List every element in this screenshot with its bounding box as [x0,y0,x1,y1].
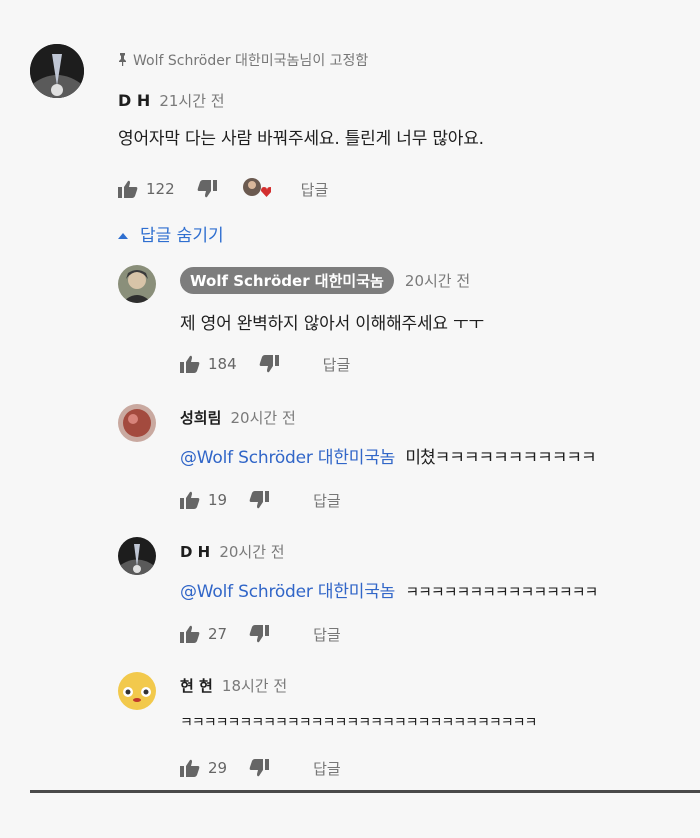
comment-author[interactable]: D H [118,91,150,110]
reply-time[interactable]: 18시간 전 [222,677,287,695]
mention-link[interactable]: @Wolf Schröder 대한미국놈 [180,448,395,468]
pin-icon [118,53,127,66]
reply-button[interactable]: 답글 [313,490,341,511]
reply-time[interactable]: 20시간 전 [231,409,296,427]
reply-actions: 29 답글 [180,755,341,781]
avatar[interactable] [118,537,156,575]
pinned-label: Wolf Schröder 대한미국놈님이 고정함 [118,50,368,70]
reply-button[interactable]: 답글 [313,758,341,779]
hide-replies-toggle[interactable]: 답글 숨기기 [118,221,224,246]
reply-text-content: ㅋㅋㅋㅋㅋㅋㅋㅋㅋㅋㅋㅋㅋㅋㅋ [405,583,598,601]
reply-text: @Wolf Schröder 대한미국놈 미쳤ㅋㅋㅋㅋㅋㅋㅋㅋㅋㅋㅋ [180,443,597,468]
reply-author[interactable]: 현 현 [180,677,213,695]
reply-button[interactable]: 답글 [301,179,329,200]
reply-text: @Wolf Schröder 대한미국놈 ㅋㅋㅋㅋㅋㅋㅋㅋㅋㅋㅋㅋㅋㅋㅋ [180,577,598,602]
like-count: 29 [208,759,228,777]
thumbs-down-icon[interactable] [249,759,270,777]
thumbs-down-icon[interactable] [259,355,279,373]
like-count: 184 [208,355,237,373]
comment-actions: 122 답글 [118,176,328,202]
reply-author[interactable]: D H [180,543,210,561]
thumbs-down-icon[interactable] [249,491,270,509]
thumbs-down-icon[interactable] [197,180,217,198]
creator-heart-icon [241,177,271,201]
like-count: 19 [208,491,228,509]
thumbs-up-icon[interactable] [118,180,138,198]
like-count: 27 [208,625,228,643]
comment-text: 영어자막 다는 사람 바꿔주세요. 틀린게 너무 많아요. [118,129,484,149]
reply-header: 성희림 20시간 전 [180,407,296,428]
reply-text-content: 미쳤ㅋㅋㅋㅋㅋㅋㅋㅋㅋㅋㅋ [405,448,596,468]
caret-up-icon [118,233,128,239]
creator-author-badge[interactable]: Wolf Schröder 대한미국놈 [180,267,394,294]
reply-actions: 27 답글 [180,621,341,647]
thumbs-up-icon[interactable] [180,491,200,509]
reply-button[interactable]: 답글 [313,624,341,645]
divider [30,790,700,793]
reply-time[interactable]: 20시간 전 [405,272,470,290]
avatar[interactable] [118,404,156,442]
reply-actions: 184 답글 [180,351,350,377]
pinned-label-text: Wolf Schröder 대한미국놈님이 고정함 [133,53,369,69]
reply-button[interactable]: 답글 [323,354,351,375]
thumbs-up-icon[interactable] [180,759,200,777]
comment-time[interactable]: 21시간 전 [159,92,224,110]
avatar[interactable] [30,44,84,98]
reply-header: 현 현 18시간 전 [180,675,287,696]
reply-header: Wolf Schröder 대한미국놈 20시간 전 [180,267,470,294]
reply-text: ㅋㅋㅋㅋㅋㅋㅋㅋㅋㅋㅋㅋㅋㅋㅋㅋㅋㅋㅋㅋㅋㅋㅋㅋㅋㅋㅋㅋㅋㅋ [180,715,537,731]
reply-text: 제 영어 완벽하지 않아서 이해해주세요 ㅜㅜ [180,314,484,334]
reply-time[interactable]: 20시간 전 [219,543,284,561]
avatar[interactable] [118,265,156,303]
avatar[interactable] [118,672,156,710]
thumbs-up-icon[interactable] [180,625,200,643]
thumbs-down-icon[interactable] [249,625,270,643]
like-count: 122 [146,180,175,198]
mention-link[interactable]: @Wolf Schröder 대한미국놈 [180,582,395,602]
reply-author[interactable]: 성희림 [180,409,221,427]
comment-header: D H 21시간 전 [118,90,225,111]
reply-actions: 19 답글 [180,487,341,513]
thumbs-up-icon[interactable] [180,355,200,373]
comment-thread: Wolf Schröder 대한미국놈님이 고정함 D H 21시간 전 영어자… [0,0,700,838]
reply-header: D H 20시간 전 [180,541,285,562]
hide-replies-label: 답글 숨기기 [140,226,224,246]
